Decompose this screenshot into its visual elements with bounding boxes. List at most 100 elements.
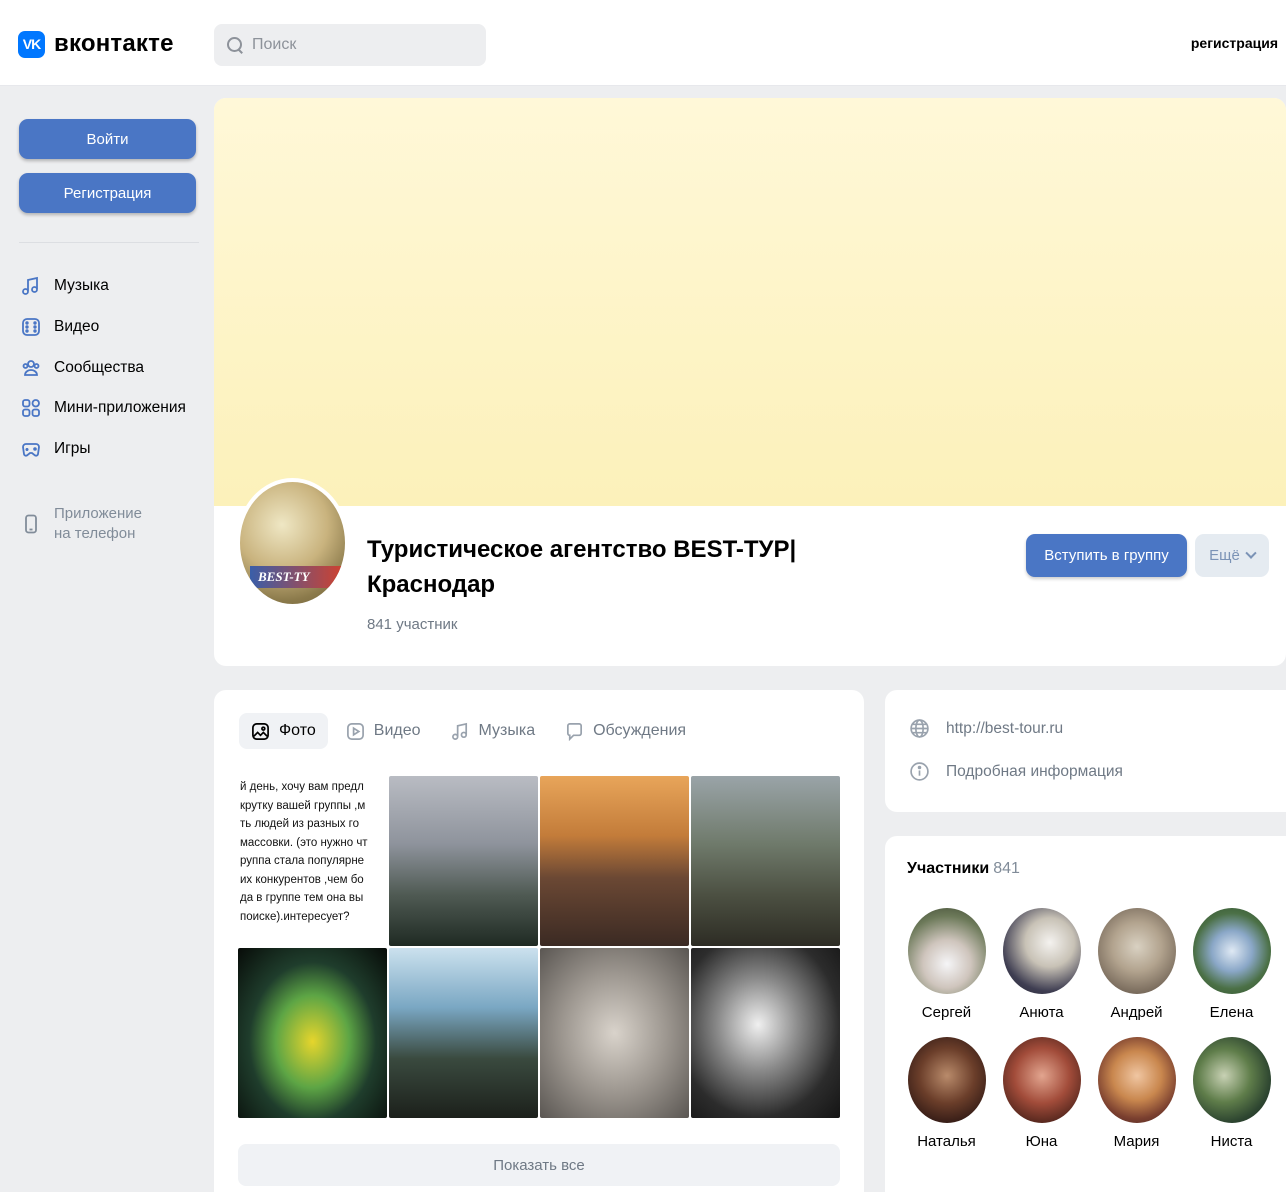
sidebar-divider [19, 242, 199, 243]
members-grid: Сергей Анюта Андрей Елена Наталья Юна Ма… [899, 908, 1279, 1150]
member-item[interactable]: Анюта [994, 908, 1089, 1021]
member-item[interactable]: Мария [1089, 1037, 1184, 1150]
more-button-label: Ещё [1209, 547, 1240, 564]
media-card: Фото Видео Музыка Обсуждения й день, хоч… [214, 690, 864, 1192]
top-header: VK вконтакте регистрация [0, 0, 1286, 86]
photo-text-line: массовки. (это нужно чт [240, 836, 368, 849]
tab-label: Музыка [478, 722, 536, 739]
group-avatar[interactable]: BEST-TY [236, 478, 349, 608]
avatar [907, 908, 986, 994]
website-link[interactable]: http://best-tour.ru [909, 718, 1063, 739]
group-header-card: BEST-TY Туристическое агентство BEST-ТУР… [214, 98, 1286, 666]
phone-icon [21, 514, 41, 534]
chevron-down-icon [1245, 547, 1257, 559]
mini-apps-icon [21, 398, 41, 418]
sidebar-item-label: Игры [54, 440, 91, 458]
login-button[interactable]: Войти [19, 119, 196, 159]
avatar [1192, 908, 1271, 994]
member-name: Наталья [917, 1133, 976, 1150]
join-group-button[interactable]: Вступить в группу [1026, 534, 1187, 577]
register-button[interactable]: Регистрация [19, 173, 196, 213]
group-cover [214, 98, 1286, 506]
avatar [1192, 1037, 1271, 1123]
info-card: http://best-tour.ru Подробная информация [885, 690, 1286, 812]
tab-photo[interactable]: Фото [239, 713, 328, 749]
tab-video[interactable]: Видео [334, 713, 433, 749]
sidebar-item-label: Сообщества [54, 358, 145, 376]
tab-discussions[interactable]: Обсуждения [553, 713, 698, 749]
avatar-logo-text: BEST-TY [250, 566, 345, 588]
mobile-app-line1: Приложение [54, 505, 142, 522]
show-all-button[interactable]: Показать все [238, 1144, 840, 1186]
photo-grid: й день, хочу вам предл крутку вашей груп… [238, 776, 840, 1118]
sidebar-item-games[interactable]: Игры [10, 429, 206, 470]
member-item[interactable]: Елена [1184, 908, 1279, 1021]
photo-thumbnail[interactable] [540, 948, 689, 1118]
avatar [907, 1037, 986, 1123]
sidebar-item-label: Видео [54, 318, 100, 336]
photo-thumbnail[interactable] [238, 948, 387, 1118]
tab-label: Обсуждения [593, 722, 687, 739]
vk-logo-icon: VK [18, 30, 45, 58]
tab-label: Фото [279, 722, 316, 739]
photo-thumbnail[interactable] [389, 948, 538, 1118]
search-icon [226, 36, 244, 54]
sidebar-item-video[interactable]: Видео [10, 307, 206, 348]
sidebar-nav: Музыка Видео Сообщества Мини-приложения … [10, 266, 206, 469]
members-title[interactable]: Участники 841 [907, 860, 1020, 878]
mobile-app-link[interactable]: Приложение на телефон [21, 504, 142, 544]
avatar [1002, 1037, 1081, 1123]
photo-icon [251, 722, 270, 741]
photo-text-line: крутку вашей группы ,м [240, 799, 366, 812]
sidebar-item-label: Музыка [54, 277, 109, 295]
member-item[interactable]: Юна [994, 1037, 1089, 1150]
info-icon [909, 761, 930, 782]
more-button[interactable]: Ещё [1195, 534, 1269, 577]
mobile-app-label: Приложение на телефон [54, 504, 142, 544]
photo-thumbnail[interactable] [691, 948, 840, 1118]
members-title-label: Участники [907, 860, 990, 877]
members-card: Участники 841 Сергей Анюта Андрей Елена Н… [885, 836, 1286, 1192]
photo-thumbnail[interactable] [540, 776, 689, 946]
member-item[interactable]: Ниста [1184, 1037, 1279, 1150]
logo-text: вконтакте [54, 30, 174, 57]
games-icon [21, 439, 41, 459]
member-name: Анюта [1019, 1004, 1064, 1021]
member-name: Андрей [1110, 1004, 1163, 1021]
register-link[interactable]: регистрация [1191, 35, 1278, 51]
members-title-count: 841 [993, 860, 1020, 877]
member-item[interactable]: Андрей [1089, 908, 1184, 1021]
search-box[interactable] [214, 24, 486, 66]
photo-text-line: й день, хочу вам предл [240, 781, 364, 793]
sidebar-item-label: Мини-приложения [54, 399, 186, 417]
details-link[interactable]: Подробная информация [909, 761, 1123, 782]
tab-music[interactable]: Музыка [439, 713, 548, 749]
left-sidebar: Войти Регистрация Музыка Видео Сообществ… [10, 86, 206, 1192]
search-input[interactable] [252, 36, 472, 54]
photo-text-line: поиске).интересует? [240, 910, 350, 923]
photo-text-line: их конкурентов ,чем бо [240, 873, 364, 886]
photo-thumbnail[interactable] [389, 776, 538, 946]
photo-thumbnail[interactable] [691, 776, 840, 946]
video-icon [21, 317, 41, 337]
group-members-count[interactable]: 841 участник [367, 616, 457, 633]
communities-icon [21, 358, 41, 378]
photo-text-line: ть людей из разных го [240, 818, 359, 830]
video-icon [346, 722, 365, 741]
member-name: Юна [1025, 1133, 1058, 1150]
sidebar-item-mini-apps[interactable]: Мини-приложения [10, 388, 206, 429]
vk-logo[interactable]: VK вконтакте [18, 30, 174, 58]
music-icon [451, 722, 470, 741]
photo-text-post[interactable]: й день, хочу вам предл крутку вашей груп… [238, 776, 387, 946]
mobile-app-line2: на телефон [54, 525, 136, 542]
media-tabs: Фото Видео Музыка Обсуждения [239, 713, 704, 749]
sidebar-item-communities[interactable]: Сообщества [10, 347, 206, 388]
member-item[interactable]: Сергей [899, 908, 994, 1021]
group-title: Туристическое агентство BEST-ТУР| Красно… [367, 536, 797, 598]
details-label: Подробная информация [946, 762, 1123, 780]
sidebar-item-music[interactable]: Музыка [10, 266, 206, 307]
member-name: Ниста [1210, 1133, 1253, 1150]
member-item[interactable]: Наталья [899, 1037, 994, 1150]
avatar [1097, 1037, 1176, 1123]
discussion-icon [565, 722, 584, 741]
